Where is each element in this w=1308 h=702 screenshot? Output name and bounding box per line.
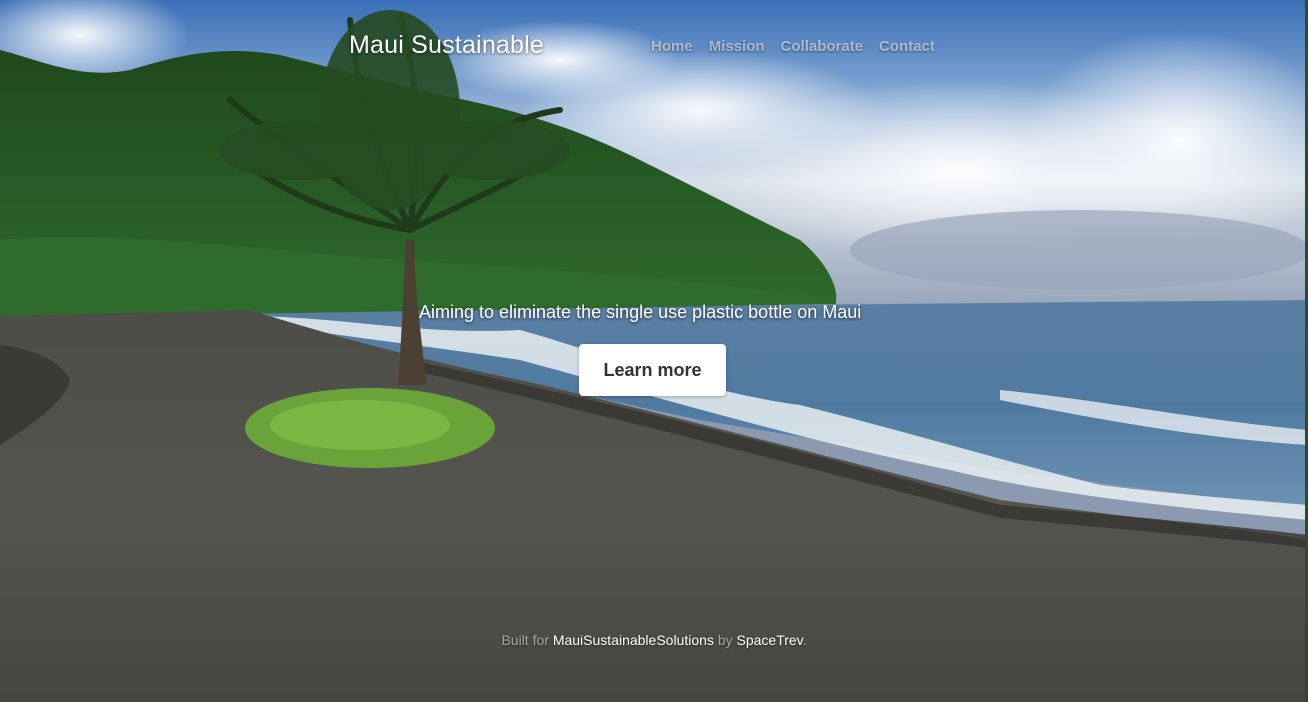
footer-org-link[interactable]: MauiSustainableSolutions <box>553 632 714 648</box>
page-footer: Built for MauiSustainableSolutions by Sp… <box>0 632 1308 648</box>
nav-home-link[interactable]: Home <box>651 38 693 55</box>
brand-logo-link[interactable]: Maui Sustainable <box>349 31 544 60</box>
hero-tagline: Aiming to eliminate the single use plast… <box>419 302 862 322</box>
nav-collaborate-link[interactable]: Collaborate <box>781 38 864 55</box>
footer-prefix: Built for <box>501 632 549 648</box>
learn-more-button[interactable]: Learn more <box>579 344 726 396</box>
footer-suffix: . <box>802 632 807 648</box>
nav-contact-link[interactable]: Contact <box>879 38 935 55</box>
hero-background: Maui Sustainable Home Mission Collaborat… <box>0 0 1308 702</box>
main-nav: Home Mission Collaborate Contact <box>651 38 935 55</box>
footer-author-link[interactable]: SpaceTrev <box>737 632 803 648</box>
nav-mission-link[interactable]: Mission <box>709 38 765 55</box>
footer-by: by <box>717 632 733 648</box>
